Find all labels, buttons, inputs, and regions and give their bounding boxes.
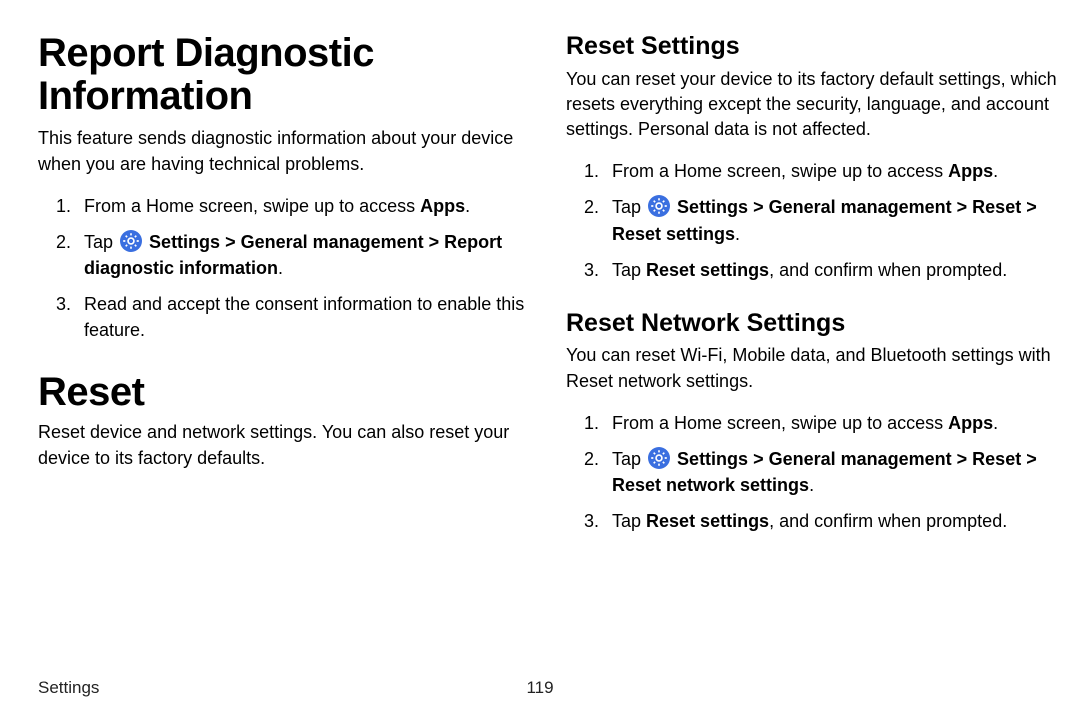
settings-icon — [648, 447, 670, 469]
left-column: Report Diagnostic Information This featu… — [38, 32, 536, 720]
rs-step-1-pre: From a Home screen, swipe up to access — [612, 161, 948, 181]
rs-step-3-bold: Reset settings — [646, 260, 769, 280]
rs-step-3: Tap Reset settings, and confirm when pro… — [604, 257, 1064, 283]
rs-step-3-post: , and confirm when prompted. — [769, 260, 1007, 280]
rns-step-2-reset-bold: Reset — [972, 449, 1021, 469]
rns-step-2: Tap Settings > General management > Rese… — [604, 446, 1064, 498]
rs-step-2: Tap Settings > General management > Rese… — [604, 194, 1064, 246]
footer-section-label: Settings — [38, 678, 99, 698]
rs-step-2-settings-bold: Settings — [677, 197, 748, 217]
settings-icon — [120, 230, 142, 252]
rns-step-3-bold: Reset settings — [646, 511, 769, 531]
rns-step-2-gm-bold: General management — [769, 449, 952, 469]
rns-step-2-post: . — [809, 475, 814, 495]
steps-reset-settings: From a Home screen, swipe up to access A… — [566, 158, 1064, 282]
step-1: From a Home screen, swipe up to access A… — [76, 193, 536, 219]
rns-step-2-sep3: > — [1021, 449, 1037, 469]
rns-step-1: From a Home screen, swipe up to access A… — [604, 410, 1064, 436]
rs-step-2-post: . — [735, 224, 740, 244]
rns-step-2-settings-bold: Settings — [677, 449, 748, 469]
step-2-sep1: > — [220, 232, 241, 252]
page-number: 119 — [526, 678, 553, 698]
rs-step-2-reset-bold: Reset — [972, 197, 1021, 217]
heading-reset: Reset — [38, 371, 536, 414]
steps-reset-network-settings: From a Home screen, swipe up to access A… — [566, 410, 1064, 534]
step-2-pre: Tap — [84, 232, 118, 252]
rns-step-2-target-bold: Reset network settings — [612, 475, 809, 495]
step-1-post: . — [465, 196, 470, 216]
rs-step-1-apps-bold: Apps — [948, 161, 993, 181]
step-1-apps-bold: Apps — [420, 196, 465, 216]
rs-step-2-sep1: > — [748, 197, 769, 217]
intro-reset-settings: You can reset your device to its factory… — [566, 67, 1064, 143]
rns-step-2-sep2: > — [952, 449, 973, 469]
rns-step-3-pre: Tap — [612, 511, 646, 531]
right-column: Reset Settings You can reset your device… — [566, 32, 1064, 720]
rs-step-2-sep3: > — [1021, 197, 1037, 217]
rs-step-2-gm-bold: General management — [769, 197, 952, 217]
step-3: Read and accept the consent information … — [76, 291, 536, 343]
rns-step-1-apps-bold: Apps — [948, 413, 993, 433]
steps-report-diagnostic: From a Home screen, swipe up to access A… — [38, 193, 536, 343]
rns-step-3-post: , and confirm when prompted. — [769, 511, 1007, 531]
rns-step-3: Tap Reset settings, and confirm when pro… — [604, 508, 1064, 534]
heading-report-diagnostic-information: Report Diagnostic Information — [38, 32, 536, 118]
settings-icon — [648, 195, 670, 217]
step-2-settings-bold: Settings — [149, 232, 220, 252]
rs-step-2-sep2: > — [952, 197, 973, 217]
rs-step-1-post: . — [993, 161, 998, 181]
step-2-gm-bold: General management — [241, 232, 424, 252]
heading-reset-settings: Reset Settings — [566, 32, 1064, 61]
step-2: Tap Settings > General management > Repo… — [76, 229, 536, 281]
rns-step-2-sep1: > — [748, 449, 769, 469]
step-2-sep2: > — [424, 232, 445, 252]
manual-page: Report Diagnostic Information This featu… — [0, 0, 1080, 720]
rns-step-2-pre: Tap — [612, 449, 646, 469]
intro-reset: Reset device and network settings. You c… — [38, 420, 536, 470]
step-2-post: . — [278, 258, 283, 278]
rns-step-1-post: . — [993, 413, 998, 433]
intro-report-diagnostic: This feature sends diagnostic informatio… — [38, 126, 536, 176]
rs-step-2-target-bold: Reset settings — [612, 224, 735, 244]
heading-reset-network-settings: Reset Network Settings — [566, 309, 1064, 338]
rns-step-1-pre: From a Home screen, swipe up to access — [612, 413, 948, 433]
rs-step-3-pre: Tap — [612, 260, 646, 280]
step-1-pre: From a Home screen, swipe up to access — [84, 196, 420, 216]
intro-reset-network-settings: You can reset Wi-Fi, Mobile data, and Bl… — [566, 343, 1064, 393]
rs-step-1: From a Home screen, swipe up to access A… — [604, 158, 1064, 184]
rs-step-2-pre: Tap — [612, 197, 646, 217]
